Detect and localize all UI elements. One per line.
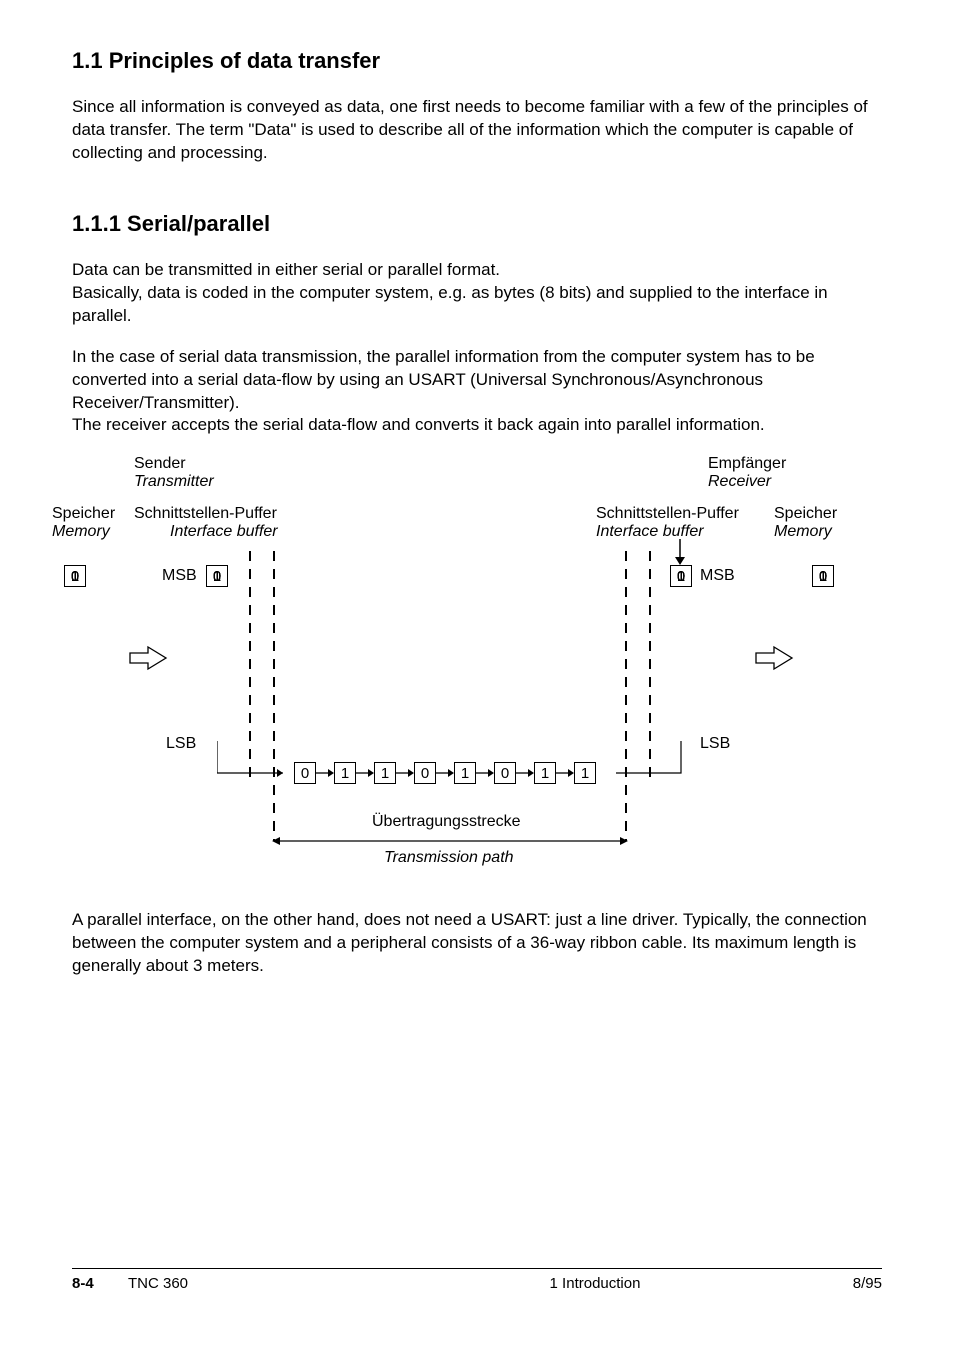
label-receiver-de: Empfänger bbox=[708, 455, 786, 473]
para-2a: Data can be transmitted in either serial… bbox=[72, 259, 882, 282]
label-buffer-de-l: Schnittstellen-Puffer bbox=[134, 505, 277, 523]
path-out-left bbox=[217, 741, 297, 787]
label-memory-de-l: Speicher bbox=[52, 505, 115, 523]
label-receiver-en: Receiver bbox=[708, 473, 771, 491]
heading-1-1: 1.1 Principles of data transfer bbox=[72, 48, 882, 74]
footer-model: TNC 360 bbox=[128, 1275, 388, 1292]
footer-date: 8/95 bbox=[802, 1275, 882, 1292]
arrow-right-icon bbox=[356, 767, 374, 779]
para-3a: In the case of serial data transmission,… bbox=[72, 346, 882, 415]
arrow-right-icon bbox=[516, 767, 534, 779]
para-3b: The receiver accepts the serial data-flo… bbox=[72, 414, 882, 437]
arrow-right-icon bbox=[396, 767, 414, 779]
arrow-right-icon bbox=[436, 767, 454, 779]
arrow-right-icon bbox=[556, 767, 574, 779]
dash-line-r1 bbox=[624, 551, 628, 841]
label-path-en: Transmission path bbox=[384, 849, 514, 867]
label-sender-en: Transmitter bbox=[134, 473, 214, 491]
arrow-right-icon bbox=[316, 767, 334, 779]
label-msb-r: MSB bbox=[700, 567, 735, 585]
arrow-right-icon bbox=[754, 645, 794, 671]
serial-bits-row: 0 1 1 0 1 0 1 1 bbox=[294, 762, 596, 784]
serial-transmission-diagram: Sender Transmitter Empfänger Receiver Sp… bbox=[72, 455, 882, 885]
label-buffer-en-l: Interface buffer bbox=[170, 523, 278, 541]
arrow-right-icon bbox=[476, 767, 494, 779]
label-msb-l: MSB bbox=[162, 567, 197, 585]
label-memory-en-r: Memory bbox=[774, 523, 832, 541]
path-in-right bbox=[616, 741, 686, 787]
para-2b: Basically, data is coded in the computer… bbox=[72, 282, 882, 328]
label-memory-de-r: Speicher bbox=[774, 505, 837, 523]
heading-1-1-1: 1.1.1 Serial/parallel bbox=[72, 211, 882, 237]
arrow-right-icon bbox=[128, 645, 168, 671]
label-buffer-de-r: Schnittstellen-Puffer bbox=[596, 505, 739, 523]
para-4: A parallel interface, on the other hand,… bbox=[72, 909, 882, 978]
dash-line-l2 bbox=[272, 551, 276, 841]
arrow-down-icon bbox=[672, 539, 688, 565]
footer-page: 8-4 bbox=[72, 1275, 128, 1292]
label-path-de: Übertragungsstrecke bbox=[372, 813, 521, 831]
para-intro: Since all information is conveyed as dat… bbox=[72, 96, 882, 165]
label-lsb-r: LSB bbox=[700, 735, 730, 753]
footer-chapter: 1 Introduction bbox=[388, 1275, 802, 1292]
label-sender-de: Sender bbox=[134, 455, 186, 473]
page-footer: 8-4 TNC 360 1 Introduction 8/95 bbox=[72, 1268, 882, 1292]
transmission-path-arrow bbox=[272, 835, 628, 847]
label-memory-en-l: Memory bbox=[52, 523, 110, 541]
label-lsb-l: LSB bbox=[166, 735, 196, 753]
